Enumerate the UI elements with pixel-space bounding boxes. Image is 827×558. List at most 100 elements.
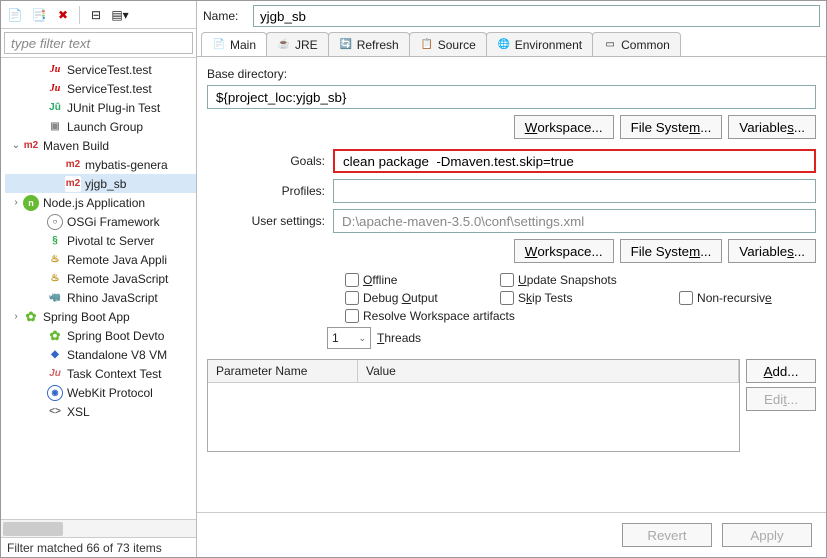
config-tree[interactable]: JuServiceTest.testJuServiceTest.testJûJU…: [1, 58, 196, 519]
goals-label: Goals:: [207, 154, 327, 168]
tree-item[interactable]: ›nNode.js Application: [5, 193, 196, 212]
tab-main[interactable]: 📄 Main: [201, 32, 267, 56]
tree-item[interactable]: ♨Remote JavaScript: [5, 269, 196, 288]
variables-button-2[interactable]: Variables...: [728, 239, 816, 263]
v8-icon: ◆: [47, 347, 63, 363]
junit-icon: Jû: [47, 100, 63, 116]
parameters-table[interactable]: Parameter Name Value: [207, 359, 740, 452]
ju-icon: Ju: [47, 62, 63, 78]
xsl-icon: <>: [47, 404, 63, 420]
parameters-area: Parameter Name Value Add... Edit...: [207, 359, 816, 452]
profiles-input[interactable]: [333, 179, 816, 203]
tree-item[interactable]: JuTask Context Test: [5, 364, 196, 383]
resolve-workspace-checkbox[interactable]: Resolve Workspace artifacts: [345, 309, 816, 323]
tree-item[interactable]: <> XSL: [5, 402, 196, 421]
node-icon: n: [23, 195, 39, 211]
edit-param-button[interactable]: Edit...: [746, 387, 816, 411]
new-config-icon[interactable]: 📄: [5, 5, 25, 25]
m2-icon: m2: [65, 157, 81, 173]
name-row: Name:: [197, 1, 826, 31]
duplicate-config-icon[interactable]: 📑: [29, 5, 49, 25]
tree-item-label: Remote Java Appli: [67, 253, 167, 267]
tab-label: JRE: [295, 38, 318, 52]
tree-item-label: Pivotal tc Server: [67, 234, 154, 248]
tab-source[interactable]: 📋Source: [409, 32, 487, 56]
debug-output-checkbox[interactable]: Debug Output: [345, 291, 482, 305]
tab-icon: 🌐: [497, 38, 511, 52]
tab-icon: 🔄: [339, 38, 353, 52]
config-name-input[interactable]: [253, 5, 820, 27]
config-form-pane: Name: 📄 Main ☕ JRE 🔄 Refresh 📋Source🌐Environme…: [197, 1, 826, 557]
update-snapshots-checkbox[interactable]: Update Snapshots: [500, 273, 661, 287]
m2-icon: m2: [65, 176, 81, 192]
launch-icon: ▣: [47, 119, 63, 135]
tree-item-label: XSL: [67, 405, 90, 419]
delete-config-icon[interactable]: ✖: [53, 5, 73, 25]
user-settings-input[interactable]: [333, 209, 816, 233]
tree-item-label: ServiceTest.test: [67, 82, 152, 96]
add-param-button[interactable]: Add...: [746, 359, 816, 383]
base-dir-input[interactable]: [207, 85, 816, 109]
tab-common[interactable]: ▭ Common: [592, 32, 681, 56]
non-recursive-checkbox[interactable]: Non-recursive: [679, 291, 816, 305]
tab-icon: ☕: [277, 38, 291, 52]
spring-icon: ✿: [47, 328, 63, 344]
tree-item[interactable]: m2yjgb_sb: [5, 174, 196, 193]
tab-icon: ▭: [603, 38, 617, 52]
m2-icon: m2: [23, 138, 39, 154]
tab-label: Common: [621, 38, 670, 52]
pivotal-icon: §: [47, 233, 63, 249]
apply-button[interactable]: Apply: [722, 523, 812, 547]
offline-checkbox[interactable]: Offline: [345, 273, 482, 287]
tree-item[interactable]: ›✿Spring Boot App: [5, 307, 196, 326]
tree-item[interactable]: ◆Standalone V8 VM: [5, 345, 196, 364]
tree-item[interactable]: JuServiceTest.test: [5, 79, 196, 98]
tree-item[interactable]: § Pivotal tc Server: [5, 231, 196, 250]
tree-item-label: Spring Boot Devto: [67, 329, 164, 343]
workspace-button-1[interactable]: WWorkspace...orkspace...: [514, 115, 614, 139]
filter-input[interactable]: [4, 32, 193, 54]
filter-wrap: [1, 29, 196, 58]
tree-item-label: Rhino JavaScript: [67, 291, 158, 305]
tree-horizontal-scrollbar[interactable]: [1, 519, 196, 537]
tree-item[interactable]: ◉WebKit Protocol: [5, 383, 196, 402]
config-tree-pane: 📄 📑 ✖ ⊟ ▤▾ JuServiceTest.testJuServiceTe…: [1, 1, 197, 557]
tree-item-label: Spring Boot App: [43, 310, 130, 324]
tree-item-label: Remote JavaScript: [67, 272, 168, 286]
tab-label: Refresh: [357, 38, 399, 52]
threads-row: 1⌄ Threads: [327, 327, 816, 349]
twisty-icon: ⌄: [9, 140, 23, 151]
tree-item[interactable]: ♨ Remote Java Appli: [5, 250, 196, 269]
tree-item[interactable]: JuServiceTest.test: [5, 60, 196, 79]
goals-input[interactable]: [333, 149, 816, 173]
tree-item[interactable]: ○ OSGi Framework: [5, 212, 196, 231]
filter-dropdown-icon[interactable]: ▤▾: [110, 5, 130, 25]
tree-item[interactable]: JûJUnit Plug-in Test: [5, 98, 196, 117]
name-label: Name:: [203, 9, 247, 23]
tab-environment[interactable]: 🌐Environment: [486, 32, 593, 56]
tab-label: Main: [230, 38, 256, 52]
revert-button[interactable]: Revert: [622, 523, 712, 547]
profiles-label: Profiles:: [207, 184, 327, 198]
threads-spinner[interactable]: 1⌄: [327, 327, 371, 349]
workspace-button-2[interactable]: Workspace...: [514, 239, 614, 263]
skip-tests-checkbox[interactable]: Skip Tests: [500, 291, 661, 305]
tab-refresh[interactable]: 🔄 Refresh: [328, 32, 410, 56]
tree-item-label: WebKit Protocol: [67, 386, 153, 400]
file-system-button-1[interactable]: File System...: [620, 115, 723, 139]
tree-item[interactable]: ✿ Spring Boot Devto: [5, 326, 196, 345]
collapse-all-icon[interactable]: ⊟: [86, 5, 106, 25]
dialog-root: 📄 📑 ✖ ⊟ ▤▾ JuServiceTest.testJuServiceTe…: [0, 0, 827, 558]
tree-item-label: OSGi Framework: [67, 215, 160, 229]
twisty-icon: ›: [9, 197, 23, 208]
osgi-icon: ○: [47, 214, 63, 230]
file-system-button-2[interactable]: File System...: [620, 239, 723, 263]
tree-item[interactable]: m2mybatis-genera: [5, 155, 196, 174]
tree-item[interactable]: ▣Launch Group: [5, 117, 196, 136]
variables-button-1[interactable]: Variables...: [728, 115, 816, 139]
tree-item[interactable]: ⌄m2Maven Build: [5, 136, 196, 155]
tab-icon: 📄: [212, 38, 226, 52]
tab-jre[interactable]: ☕ JRE: [266, 32, 329, 56]
java-icon: ♨: [47, 252, 63, 268]
tree-item[interactable]: 🦏Rhino JavaScript: [5, 288, 196, 307]
